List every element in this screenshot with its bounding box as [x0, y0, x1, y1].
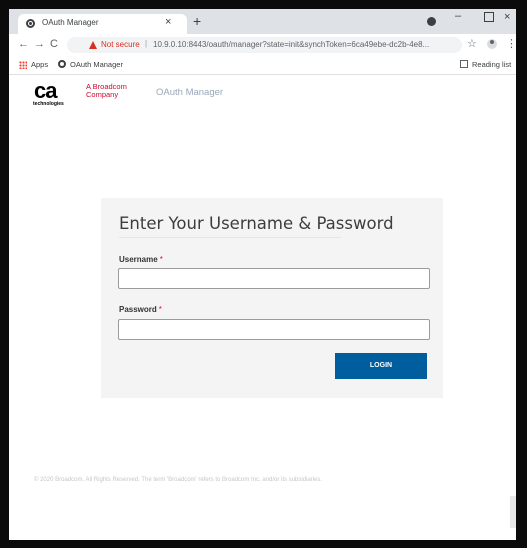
apps-grid-icon[interactable] [19, 61, 27, 69]
bookmark-oauth-manager[interactable]: OAuth Manager [70, 60, 123, 69]
password-label-text: Password [119, 305, 157, 314]
username-label: Username * [119, 255, 163, 264]
extension-icon[interactable] [427, 17, 436, 26]
address-bar[interactable]: Not secure | 10.9.0.10:8443/oauth/manage… [67, 37, 462, 53]
close-window-button[interactable]: × [504, 11, 510, 23]
profile-avatar-icon[interactable] [487, 39, 497, 49]
tab-strip: OAuth Manager × + – × [9, 9, 516, 34]
bookmark-star-icon[interactable]: ☆ [467, 37, 477, 50]
tab-oauth-manager[interactable]: OAuth Manager × [18, 14, 187, 34]
url-separator: | [145, 39, 148, 48]
maximize-button[interactable] [484, 12, 494, 22]
reading-list-button[interactable]: Reading list [472, 60, 511, 69]
required-marker: * [159, 255, 163, 264]
globe-icon [26, 19, 35, 28]
broadcom-tagline-line2: Company [86, 90, 119, 99]
required-marker: * [158, 305, 162, 314]
login-button[interactable]: LOGIN [335, 353, 427, 379]
username-label-text: Username [119, 255, 158, 264]
browser-toolbar: ← → C Not secure | 10.9.0.10:8443/oauth/… [9, 34, 516, 56]
reading-list-icon[interactable] [460, 60, 468, 68]
tab-title: OAuth Manager [42, 18, 99, 27]
minimize-button[interactable]: – [455, 10, 461, 22]
warning-icon[interactable] [89, 41, 97, 49]
new-tab-button[interactable]: + [193, 14, 201, 28]
login-heading: Enter Your Username & Password [119, 214, 394, 233]
scrollbar-thumb[interactable] [510, 496, 516, 528]
forward-arrow-icon[interactable]: → [34, 38, 45, 50]
url-text[interactable]: 10.9.0.10:8443/oauth/manager?state=init&… [153, 40, 455, 49]
globe-icon[interactable] [58, 60, 66, 68]
password-label: Password * [119, 305, 162, 314]
bookmark-apps[interactable]: Apps [31, 60, 48, 69]
bookmarks-bar: Apps OAuth Manager Reading list [9, 56, 516, 75]
username-input[interactable] [118, 268, 430, 289]
copyright-footer: © 2020 Broadcom. All Rights Reserved. Th… [34, 477, 323, 483]
app-title: OAuth Manager [156, 87, 224, 98]
page-content: ca technologies A Broadcom Company OAuth… [9, 75, 516, 540]
ca-logo: ca [34, 78, 58, 103]
close-tab-icon[interactable]: × [165, 16, 171, 28]
ca-logo-subtitle: technologies [33, 101, 64, 107]
kebab-menu-icon[interactable]: ⋮ [506, 37, 516, 50]
security-status[interactable]: Not secure [101, 40, 140, 49]
browser-window: OAuth Manager × + – × ← → C Not secure |… [9, 9, 516, 540]
reload-icon[interactable]: C [50, 38, 58, 50]
password-input[interactable] [118, 319, 430, 340]
login-card: Enter Your Username & Password Username *… [101, 198, 443, 398]
heading-divider [119, 237, 341, 238]
back-arrow-icon[interactable]: ← [18, 38, 29, 50]
